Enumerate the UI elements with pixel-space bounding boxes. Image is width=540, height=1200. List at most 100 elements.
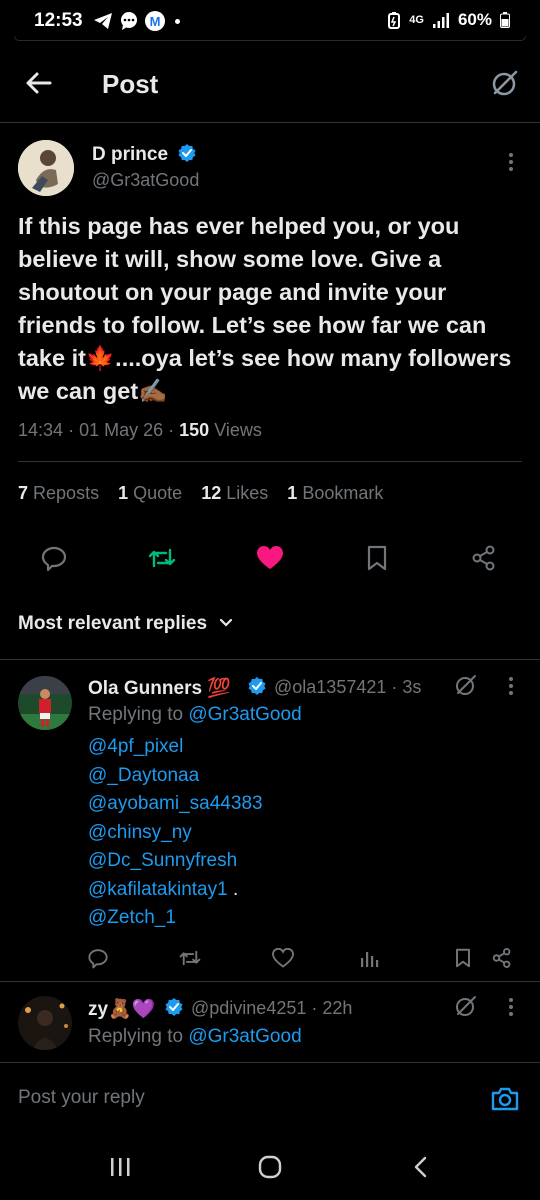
camera-notch-outline: [14, 36, 526, 41]
verified-badge-icon: [165, 998, 183, 1016]
reply-reply-button[interactable]: [86, 946, 110, 970]
author-avatar[interactable]: [18, 140, 74, 196]
mention-link[interactable]: @_Daytonaa: [88, 765, 199, 787]
grok-icon[interactable]: [454, 994, 478, 1018]
reply-author-handle[interactable]: @ola1357421 · 3s: [274, 677, 421, 698]
back-nav-button[interactable]: [406, 1152, 436, 1182]
bookmark-icon: [367, 545, 387, 571]
top-header: Post: [0, 44, 540, 123]
grok-button[interactable]: [490, 68, 520, 98]
message-bubble-icon: [121, 12, 137, 30]
verified-badge-icon: [178, 144, 196, 163]
signal-icon: [432, 13, 449, 28]
notification-icons: M: [93, 11, 180, 31]
reply-repost-button[interactable]: [178, 946, 202, 970]
share-button[interactable]: [466, 540, 502, 576]
repost-button[interactable]: [144, 540, 180, 576]
battery-icon: [500, 12, 510, 28]
reply-share-button[interactable]: [490, 946, 514, 970]
recent-apps-button[interactable]: [105, 1152, 135, 1182]
bookmark-button[interactable]: [359, 540, 395, 576]
back-button[interactable]: [24, 68, 54, 98]
stat-reposts[interactable]: 7 Reposts: [18, 483, 99, 503]
post-time: 14:34: [18, 420, 64, 440]
more-vertical-icon: [509, 998, 513, 1016]
reply-like-button[interactable]: [271, 946, 295, 970]
reply-avatar-photo: [18, 996, 72, 1050]
status-bar: 12:53 M 4G 60%: [0, 0, 540, 44]
more-vertical-icon: [509, 677, 513, 695]
share-icon: [492, 948, 511, 968]
divider: [0, 981, 540, 982]
replying-to-link[interactable]: @Gr3atGood: [188, 1026, 301, 1047]
reply-time: · 22h: [311, 998, 353, 1018]
dot-icon: [175, 18, 180, 24]
network-type: 4G: [409, 13, 424, 26]
reply-more-button[interactable]: [508, 676, 514, 701]
mention-link[interactable]: @ayobami_sa44383: [88, 793, 263, 815]
m-app-icon: M: [145, 11, 165, 31]
repost-icon: [179, 950, 201, 966]
views-count: 150: [179, 420, 210, 440]
arrow-left-icon: [26, 72, 52, 94]
reply-button[interactable]: [36, 540, 72, 576]
camera-icon: [491, 1087, 519, 1111]
telegram-icon: [94, 13, 112, 29]
reply-icon: [41, 546, 67, 572]
status-time: 12:53: [34, 10, 83, 31]
mention-row: @kafilatakintay1 .: [88, 879, 238, 901]
post-text: If this page has ever helped you, or you…: [18, 213, 512, 404]
stat-likes[interactable]: 12 Likes: [201, 483, 268, 503]
reply-author-name[interactable]: Ola Gunners 💯: [88, 676, 231, 700]
reply-author-handle[interactable]: @pdivine4251 · 22h: [191, 998, 352, 1019]
chevron-down-icon: [220, 618, 233, 627]
battery-percent: 60%: [457, 10, 492, 29]
post-more-button[interactable]: [508, 152, 514, 177]
reply-avatar-photo: [18, 676, 72, 730]
author-photo: [18, 140, 74, 196]
home-button[interactable]: [255, 1152, 285, 1182]
system-nav-bar: [0, 1134, 540, 1200]
home-icon: [258, 1155, 282, 1179]
stat-bookmarks[interactable]: 1 Bookmark: [287, 483, 383, 503]
reply-avatar[interactable]: [18, 676, 72, 730]
mention-link[interactable]: @kafilatakintay1: [88, 879, 228, 900]
reply-more-button[interactable]: [508, 997, 514, 1022]
share-icon: [472, 545, 495, 571]
reply-avatar[interactable]: [18, 996, 72, 1050]
heart-filled-icon: [257, 546, 283, 569]
grok-icon: [492, 70, 518, 96]
recent-apps-icon: [111, 1158, 130, 1176]
like-button[interactable]: [252, 540, 288, 576]
reply-icon: [88, 949, 108, 969]
reply-author-name[interactable]: zy🧸💜: [88, 997, 155, 1021]
replies-sort-dropdown[interactable]: Most relevant replies: [18, 613, 234, 635]
views-label: Views: [214, 420, 262, 440]
reply-input[interactable]: Post your reply: [18, 1087, 145, 1109]
chevron-left-icon: [414, 1156, 427, 1178]
reply-composer: Post your reply: [0, 1062, 540, 1135]
repost-icon: [148, 548, 176, 568]
replying-to: Replying to @Gr3atGood: [88, 704, 302, 725]
mention-link[interactable]: @chinsy_ny: [88, 822, 192, 844]
page-title: Post: [102, 69, 159, 99]
divider: [18, 461, 522, 462]
battery-saver-icon: [388, 12, 401, 29]
verified-badge-icon: [248, 677, 266, 695]
author-name-row[interactable]: D prince: [92, 144, 197, 166]
mention-link[interactable]: @Dc_Sunnyfresh: [88, 850, 237, 872]
camera-button[interactable]: [490, 1085, 520, 1115]
grok-icon[interactable]: [454, 673, 478, 697]
mention-link[interactable]: @Zetch_1: [88, 907, 176, 929]
replying-to-link[interactable]: @Gr3atGood: [188, 704, 301, 725]
reply-views-button[interactable]: [358, 946, 382, 970]
author-handle[interactable]: @Gr3atGood: [92, 170, 199, 191]
mention-link[interactable]: @4pf_pixel: [88, 736, 183, 758]
post-meta: 14:34 · 01 May 26 · 150 Views: [18, 420, 262, 440]
reply-bookmark-button[interactable]: [451, 946, 475, 970]
divider: [0, 659, 540, 660]
analytics-icon: [361, 952, 379, 967]
post-stats: 7 Reposts 1 Quote 12 Likes 1 Bookmark: [18, 483, 397, 504]
post-date: 01 May 26: [79, 420, 164, 440]
stat-quotes[interactable]: 1 Quote: [118, 483, 182, 503]
